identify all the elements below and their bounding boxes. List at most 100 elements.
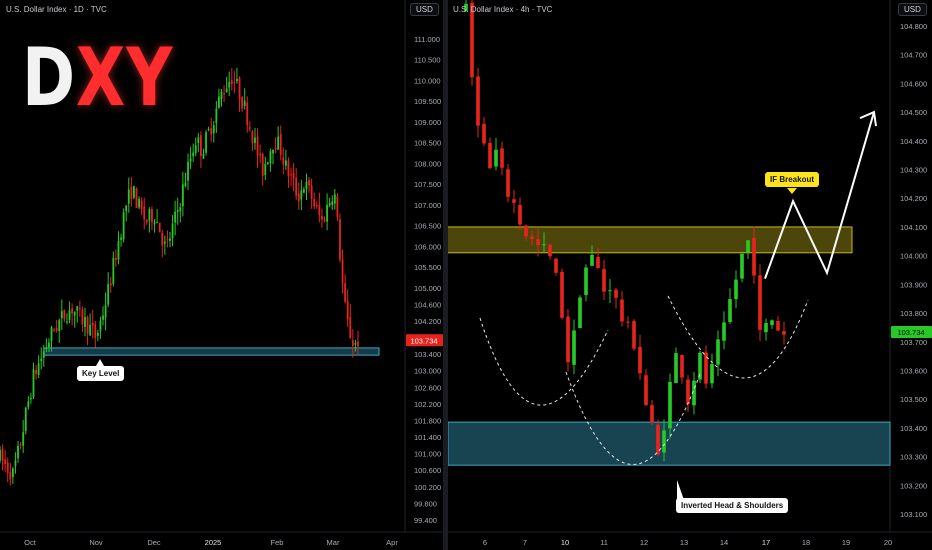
- daily-candle: [76, 306, 79, 311]
- daily-y-tick: 104.600: [414, 300, 441, 309]
- four-hour-y-tick: 103.200: [900, 481, 927, 490]
- four-hour-candle: [716, 339, 720, 365]
- dxy-logo-d: D: [22, 31, 76, 124]
- daily-candle: [104, 305, 107, 318]
- daily-candle: [91, 322, 94, 326]
- daily-candle: [282, 157, 285, 165]
- daily-candle: [176, 210, 179, 213]
- daily-x-tick: Feb: [271, 538, 284, 547]
- resistance-zone: [448, 226, 853, 254]
- four-hour-currency-badge[interactable]: USD: [898, 3, 927, 16]
- four-hour-x-tick: 11: [600, 538, 608, 547]
- four-hour-candle: [578, 297, 582, 329]
- four-hour-y-tick: 104.800: [900, 22, 927, 31]
- daily-y-tick: 101.800: [414, 416, 441, 425]
- daily-candle: [266, 162, 269, 164]
- four-hour-candle: [602, 269, 606, 292]
- four-hour-chart-panel[interactable]: 104.800 104.700 104.600 104.500 104.400 104.3…: [448, 0, 932, 550]
- four-hour-candle: [518, 204, 522, 225]
- daily-candle: [349, 316, 352, 339]
- daily-candle: [78, 307, 81, 309]
- daily-candle: [326, 204, 329, 222]
- daily-candle: [328, 203, 331, 206]
- daily-candle: [341, 259, 344, 284]
- daily-candle: [287, 160, 290, 177]
- daily-y-tick: 99.800: [414, 499, 437, 508]
- four-hour-candle: [740, 253, 744, 279]
- daily-candle: [251, 131, 254, 143]
- daily-candle: [333, 194, 336, 204]
- key-level-label: Key Level: [77, 366, 125, 381]
- daily-candle: [140, 200, 143, 210]
- four-hour-candle: [722, 322, 726, 341]
- daily-candle: [292, 172, 295, 179]
- daily-candle: [161, 232, 164, 246]
- daily-y-tick: 109.500: [414, 97, 441, 106]
- daily-candle: [4, 459, 7, 465]
- daily-y-tick: 100.200: [414, 483, 441, 492]
- daily-candle: [158, 222, 161, 233]
- daily-candle: [223, 93, 225, 95]
- four-hour-x-tick: 19: [842, 538, 850, 547]
- support-zone: [448, 421, 891, 466]
- daily-candle: [120, 237, 122, 240]
- four-hour-candle: [590, 254, 594, 266]
- four-hour-candle: [620, 299, 624, 322]
- daily-candle: [96, 332, 99, 336]
- four-hour-candle: [752, 238, 756, 276]
- daily-y-tick: 102.600: [414, 383, 441, 392]
- four-hour-candle: [728, 299, 732, 322]
- four-hour-y-tick: 104.400: [900, 137, 927, 146]
- four-hour-y-tick: 103.500: [900, 395, 927, 404]
- left-shoulder-arc: [479, 317, 609, 406]
- daily-candle: [99, 321, 102, 331]
- four-hour-price-tag: 103.734: [897, 328, 924, 337]
- daily-candle: [225, 88, 228, 93]
- four-hour-candle: [758, 275, 762, 330]
- pattern-label-pointer: [677, 480, 684, 500]
- daily-chart-title: U.S. Dollar Index · 1D · TVC: [6, 5, 107, 14]
- daily-candle: [243, 100, 246, 106]
- daily-candle: [0, 449, 1, 461]
- daily-candle: [220, 91, 223, 99]
- daily-candle: [133, 186, 135, 198]
- daily-currency-badge[interactable]: USD: [410, 3, 439, 16]
- four-hour-y-tick: 104.000: [900, 252, 927, 261]
- four-hour-y-tick: 104.200: [900, 194, 927, 203]
- daily-candle: [9, 471, 12, 480]
- key-level-zone: [43, 347, 380, 356]
- daily-y-tick: 108.500: [414, 139, 441, 148]
- four-hour-y-tick: 104.300: [900, 166, 927, 175]
- daily-chart-panel[interactable]: 111.000 110.500 110.000 109.500 109.000 108.5…: [0, 0, 443, 550]
- daily-candle: [272, 149, 274, 154]
- daily-y-tick: 111.000: [414, 35, 440, 44]
- four-hour-chart-svg[interactable]: 104.800 104.700 104.600 104.500 104.400 104.3…: [448, 0, 932, 550]
- daily-candle: [174, 211, 177, 223]
- daily-candle: [269, 151, 272, 164]
- daily-y-tick: 104.200: [414, 317, 441, 326]
- daily-y-tick: 102.200: [414, 400, 441, 409]
- daily-y-tick: 106.500: [414, 222, 441, 231]
- four-hour-candle: [482, 123, 486, 144]
- daily-candle: [279, 133, 282, 155]
- daily-candle: [344, 283, 347, 302]
- four-hour-candle: [662, 430, 666, 453]
- four-hour-candle: [560, 271, 564, 318]
- four-hour-y-tick: 103.300: [900, 453, 927, 462]
- daily-candle: [233, 82, 236, 84]
- daily-candle: [58, 320, 61, 332]
- daily-candle: [202, 153, 205, 159]
- if-breakout-pointer: [787, 188, 797, 194]
- daily-candle: [89, 324, 92, 336]
- daily-candle: [207, 128, 210, 130]
- daily-candle: [230, 80, 233, 84]
- daily-candle: [45, 347, 48, 349]
- right-shoulder-arc: [667, 295, 809, 379]
- daily-candle: [107, 284, 110, 305]
- daily-candle: [138, 198, 140, 208]
- daily-candle: [50, 327, 53, 341]
- daily-candle: [346, 301, 349, 320]
- daily-candle: [6, 462, 9, 473]
- daily-y-tick: 103.400: [414, 350, 441, 359]
- four-hour-candle: [782, 331, 786, 335]
